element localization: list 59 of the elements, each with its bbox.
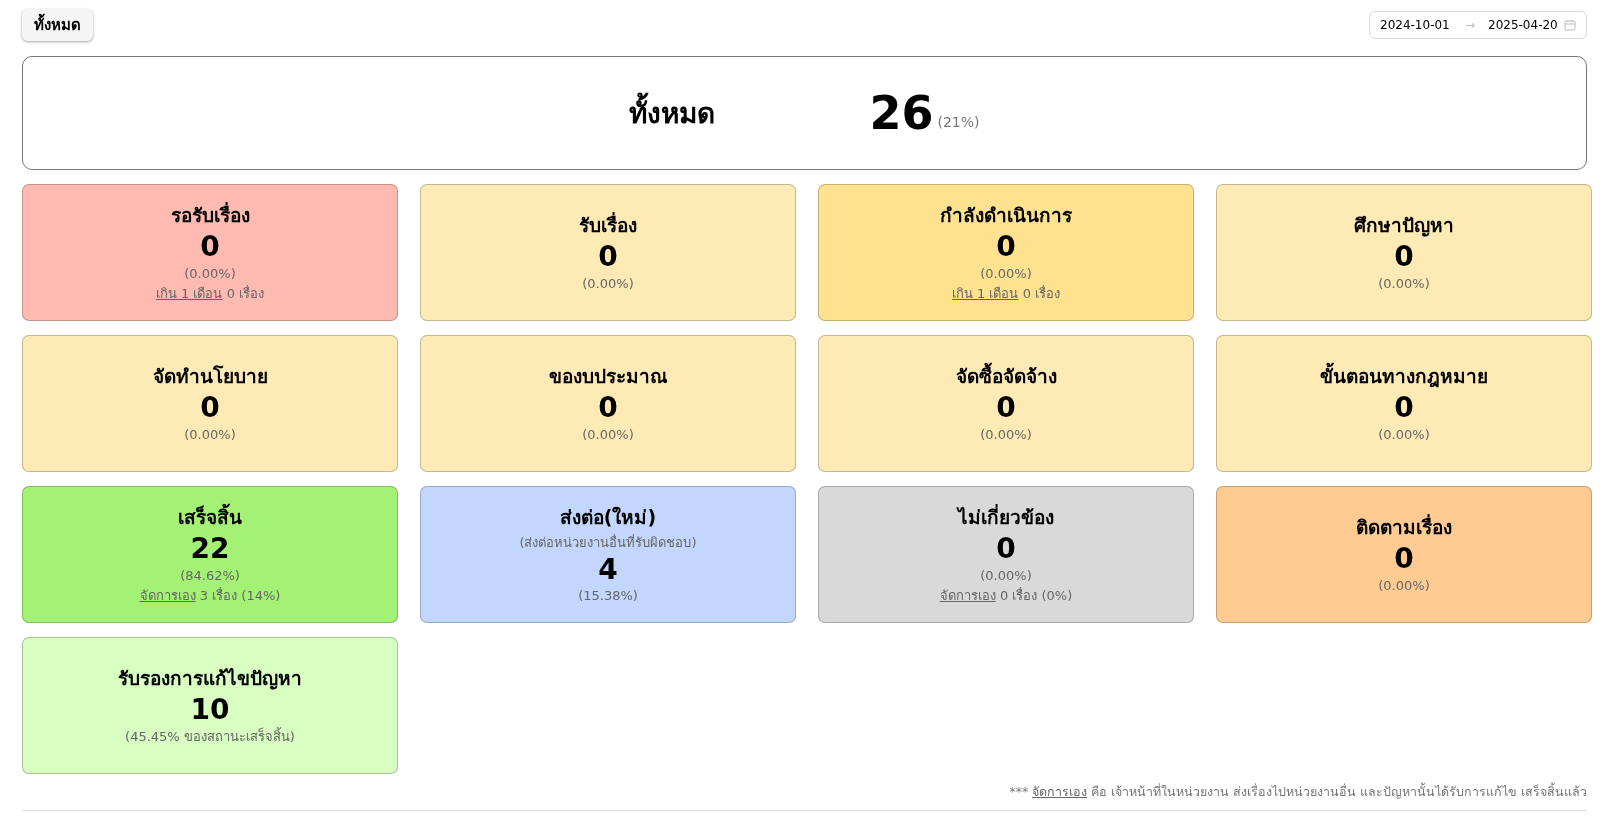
summary-percent: (21%) [937, 114, 980, 130]
status-percent: (0.00%) [1378, 274, 1430, 293]
status-title: ศึกษาปัญหา [1354, 213, 1454, 239]
status-title: รอรับเรื่อง [170, 201, 250, 228]
note-link[interactable]: จัดการเอง [939, 588, 996, 604]
status-title: ส่งต่อ(ใหม่) [559, 504, 657, 530]
date-range-picker[interactable]: 2024-10-01 → 2025-04-20 [1369, 11, 1587, 39]
status-percent: (0.00%) [980, 566, 1032, 585]
status-count: 0 [1394, 391, 1414, 425]
status-subtitle: (ส่งต่อหน่วยงานอื่นที่รับผิดชอบ) [519, 533, 697, 552]
status-percent: (0.00%) [184, 264, 236, 283]
status-title: จัดทำนโยบาย [152, 364, 268, 390]
status-percent: (15.38%) [578, 587, 638, 606]
status-count: 0 [1394, 240, 1414, 274]
end-date: 2025-04-20 [1488, 18, 1559, 32]
status-note: จัดการเอง 0 เรื่อง (0%) [939, 586, 1073, 606]
status-percent: (45.45% ของสถานะเสร็จสิ้น) [125, 726, 295, 746]
status-count: 22 [190, 531, 230, 566]
status-count: 0 [1394, 542, 1414, 576]
status-percent: (0.00%) [980, 264, 1032, 283]
filter-button[interactable]: ทั้งหมด [22, 9, 93, 41]
summary-count: 26 [869, 86, 934, 140]
summary-label: ทั้งหมด [629, 91, 870, 135]
status-count: 0 [200, 229, 220, 264]
status-percent: (0.00%) [582, 425, 634, 444]
footnote-link[interactable]: จัดการเอง [1032, 784, 1088, 799]
status-percent: (84.62%) [180, 566, 240, 585]
status-title: ไม่เกี่ยวข้อง [958, 503, 1054, 530]
status-count: 0 [598, 240, 618, 274]
status-count: 0 [996, 531, 1016, 566]
status-percent: (0.00%) [1378, 576, 1430, 595]
footnote: *** จัดการเอง คือ เจ้าหน้าที่ในหน่วยงาน ส่งเรื่องไปหน่วยงานอื่น และปัญหานั้นได้รับการแก้ไข เสร็จสิ้นแล้ว [22, 782, 1587, 811]
status-note: เกิน 1 เดือน 0 เรื่อง [951, 284, 1061, 304]
status-count: 0 [598, 391, 618, 425]
status-count: 0 [996, 391, 1016, 425]
status-title: ขั้นตอนทางกฎหมาย [1320, 361, 1488, 392]
status-title: เสร็จสิ้น [178, 502, 242, 530]
start-date: 2024-10-01 [1380, 18, 1451, 32]
status-count: 0 [200, 391, 220, 425]
status-note: เกิน 1 เดือน 0 เรื่อง [155, 284, 265, 304]
status-title: รับรองการแก้ไขปัญหา [118, 666, 302, 692]
note-link[interactable]: เกิน 1 เดือน [951, 286, 1019, 302]
note-link[interactable]: จัดการเอง [139, 588, 196, 604]
status-title: ของบประมาณ [548, 364, 668, 390]
status-percent: (0.00%) [582, 274, 634, 293]
note-link[interactable]: เกิน 1 เดือน [155, 286, 223, 302]
arrow-separator: → [1463, 18, 1477, 32]
status-title: รับเรื่อง [579, 211, 637, 239]
status-count: 4 [598, 552, 618, 587]
status-count: 0 [996, 229, 1016, 264]
status-title: จัดซื้อจัดจ้าง [955, 361, 1057, 392]
status-note: จัดการเอง 3 เรื่อง (14%) [139, 586, 281, 606]
status-percent: (0.00%) [1378, 425, 1430, 444]
status-title: ติดตามเรื่อง [1356, 513, 1452, 541]
status-count: 10 [190, 693, 230, 727]
calendar-icon [1564, 19, 1576, 31]
status-percent: (0.00%) [184, 425, 236, 444]
status-percent: (0.00%) [980, 425, 1032, 444]
status-title: กำลังดำเนินการ [940, 202, 1072, 228]
